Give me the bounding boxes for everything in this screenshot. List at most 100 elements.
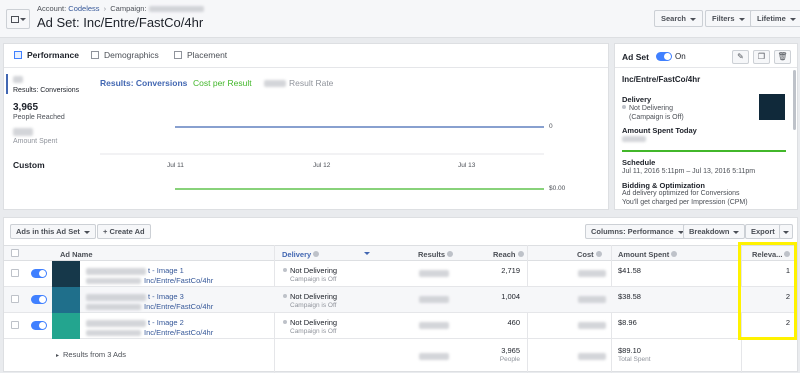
performance-panel: Performance Demographics Placement Resul… [3,43,609,210]
duplicate-icon[interactable]: ❐ [753,50,770,64]
table-row[interactable]: t - Image 1 Inc/Entre/FastCo/4hr Not Del… [4,261,797,287]
columns-dropdown[interactable]: Columns: Performance [585,224,690,239]
tab-demographics[interactable]: Demographics [91,50,159,60]
export-options-button[interactable] [779,224,793,239]
table-row[interactable]: t - Image 3 Inc/Entre/FastCo/4hr Not Del… [4,287,797,313]
cost-value [578,270,606,277]
create-ad-button[interactable]: + Create Ad [97,224,151,239]
page-title: Ad Set: Inc/Entre/FastCo/4hr [37,15,204,30]
ad-set-name: Inc/Entre/FastCo/4hr [144,302,214,311]
campaign-link[interactable] [148,6,204,13]
totals-label: Results from 3 Ads [63,350,126,359]
select-all-checkbox[interactable] [11,249,19,257]
row-checkbox[interactable] [11,321,19,329]
bidding-line-2: You'll get charged per Impression (CPM) [622,199,748,206]
status-dot-icon [622,105,626,109]
tab-placement[interactable]: Placement [174,50,227,60]
column-amount-spent[interactable]: Amount Spent [618,250,678,259]
legend-blurred-text [264,80,286,88]
trash-icon[interactable]: 🗑 [774,50,791,64]
column-results[interactable]: Results [418,250,454,259]
ad-set-link[interactable]: Inc/Entre/FastCo/4hr [86,302,213,311]
search-button[interactable]: Search [654,10,704,27]
chevron-right-icon: ▸ [56,353,60,359]
ad-thumbnail [52,287,80,313]
amount-spent-total-unit: Total Spent [618,356,651,363]
ad-set-link[interactable]: Inc/Entre/FastCo/4hr [86,276,213,285]
ad-set-link[interactable]: Inc/Entre/FastCo/4hr [86,328,213,337]
selected-metric-indicator [6,74,8,94]
reach-value: 2,719 [501,266,520,275]
chevron-down-icon [738,17,745,21]
ads-scope-dropdown[interactable]: Ads in this Ad Set [10,224,96,239]
legend-cost-per-result[interactable]: Cost per Result [193,78,252,88]
chevron-down-icon [783,230,789,234]
column-label: Delivery [282,250,312,259]
ad-name-link[interactable]: t - Image 3 [86,292,184,301]
account-label: Account: [37,4,67,13]
ad-status-toggle[interactable] [31,321,47,330]
performance-chart: Jul 11 Jul 12 Jul 13 0 $0.00 [100,94,608,209]
chevron-down-icon [733,230,740,234]
delivery-note: (Campaign is Off) [629,114,684,121]
date-range-button[interactable]: Lifetime [750,10,800,27]
campaign-label: Campaign: [110,4,147,13]
info-icon [313,251,320,257]
spent-today-value [622,136,646,142]
tab-label: Performance [27,50,79,60]
table-row[interactable]: t - Image 2 Inc/Entre/FastCo/4hr Not Del… [4,313,797,339]
account-link[interactable]: Codeless [68,4,99,13]
column-label: Reach [493,250,516,259]
row-checkbox[interactable] [11,295,19,303]
delivery-status: Not Delivering [283,266,337,275]
row-checkbox[interactable] [11,269,19,277]
ad-name-suffix: t - Image 2 [148,318,184,327]
ad-name-prefix [86,319,146,327]
sort-desc-icon[interactable] [364,252,370,255]
date-range-label: Lifetime [757,14,786,23]
adset-status-toggle[interactable] [656,52,672,61]
info-icon [447,251,454,257]
column-delivery[interactable]: Delivery [282,250,320,259]
results-metric-label[interactable]: Results: Conversions [13,87,79,94]
columns-label: Columns: Performance [591,227,674,236]
y-axis-label-top: 0 [549,123,553,130]
legend-rate-label: Result Rate [289,78,334,88]
column-cost[interactable]: Cost [577,250,602,259]
date-preset-label[interactable]: Custom [13,160,45,170]
view-menu-button[interactable] [6,9,30,29]
export-button[interactable]: Export [745,224,781,239]
y-axis-label-bottom: $0.00 [549,185,566,192]
adset-name: Inc/Entre/FastCo/4hr [622,75,701,84]
reach-value: 1,004 [501,292,520,301]
breakdown-label: Breakdown [689,227,730,236]
tab-performance[interactable]: Performance [14,50,79,60]
insights-tabs: Performance Demographics Placement [4,44,608,68]
ad-name-link[interactable]: t - Image 1 [86,266,184,275]
column-reach[interactable]: Reach [493,250,524,259]
ad-name-link[interactable]: t - Image 2 [86,318,184,327]
schedule-label: Schedule [622,158,656,167]
edit-pencil-icon[interactable]: ✎ [732,50,749,64]
legend-result-rate[interactable]: Result Rate [264,78,333,88]
ad-status-toggle[interactable] [31,295,47,304]
breakdown-dropdown[interactable]: Breakdown [683,224,746,239]
delivery-note: Campaign is Off [290,328,337,335]
status-dot-icon [283,320,287,324]
filters-button[interactable]: Filters [705,10,752,27]
totals-expander[interactable]: ▸ Results from 3 Ads [56,350,126,359]
spend-progress-bar [622,150,786,152]
adset-details-panel: Ad Set On ✎ ❐ 🗑 Inc/Entre/FastCo/4hr Del… [614,43,798,210]
ad-subtitle [86,304,141,311]
results-value: 3,965 [13,102,39,113]
adset-label: Ad Set [622,52,649,62]
legend-results-label: Results: Conversions [100,78,188,88]
spent-today-label: Amount Spent Today [622,126,697,135]
ad-status-toggle[interactable] [31,269,47,278]
delivery-note: Campaign is Off [290,276,337,283]
reach-total: 3,965 [501,346,520,355]
legend-results[interactable]: Results: Conversions [100,78,187,88]
info-icon [517,251,524,257]
column-ad-name[interactable]: Ad Name [60,250,93,259]
panel-scrollbar[interactable] [793,70,796,130]
